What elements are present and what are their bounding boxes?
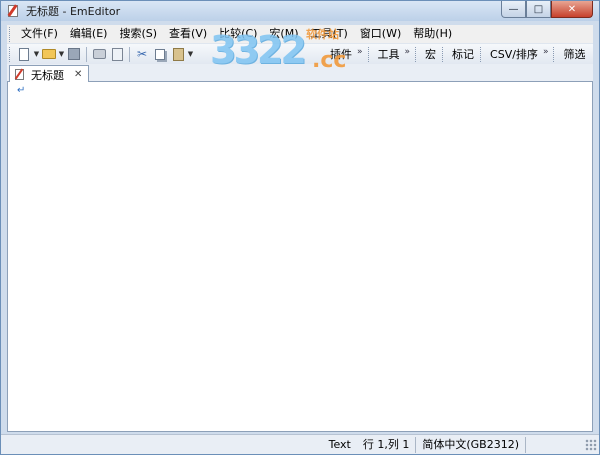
open-folder-icon bbox=[42, 49, 56, 59]
print-preview-button[interactable] bbox=[108, 45, 126, 63]
close-button[interactable]: ✕ bbox=[551, 1, 593, 18]
menu-view[interactable]: 查看(V) bbox=[163, 25, 213, 43]
new-document-icon bbox=[19, 47, 29, 61]
toolbar-grip[interactable] bbox=[415, 46, 418, 62]
save-icon bbox=[68, 48, 80, 60]
toolbar-grip[interactable] bbox=[442, 46, 445, 62]
status-empty-cell bbox=[525, 436, 585, 453]
open-file-button[interactable] bbox=[40, 45, 58, 63]
paste-button[interactable] bbox=[169, 45, 187, 63]
toolbar-separator bbox=[86, 46, 87, 62]
status-mode[interactable]: Text bbox=[323, 437, 357, 453]
print-preview-icon bbox=[111, 47, 123, 61]
tab-close-icon[interactable]: ✕ bbox=[74, 69, 82, 80]
tab-label: 无标题 bbox=[31, 68, 64, 82]
tab-untitled[interactable]: 无标题 ✕ bbox=[9, 65, 89, 83]
scissors-icon: ✂ bbox=[136, 47, 148, 61]
watermark-brand: 3322 bbox=[210, 28, 307, 72]
watermark-site-label: 软件站 bbox=[306, 28, 339, 41]
open-file-dropdown-icon[interactable]: ▼ bbox=[58, 50, 65, 58]
minimize-button[interactable]: — bbox=[501, 1, 526, 18]
new-file-button[interactable] bbox=[15, 45, 33, 63]
toolbar-separator bbox=[129, 46, 130, 62]
site-watermark: 3322 软件站 .cc bbox=[210, 26, 380, 82]
maximize-button[interactable]: □ bbox=[526, 1, 551, 18]
menu-grip[interactable] bbox=[9, 26, 12, 42]
tools-overflow-icon[interactable]: » bbox=[404, 47, 414, 61]
paste-icon bbox=[172, 47, 184, 61]
status-cursor-position[interactable]: 行 1,列 1 bbox=[357, 437, 416, 453]
print-button[interactable] bbox=[90, 45, 108, 63]
toolbar-filter[interactable]: 筛选 bbox=[559, 46, 589, 62]
resize-grip-icon[interactable] bbox=[585, 438, 597, 451]
toolbar-csv-sort[interactable]: CSV/排序 bbox=[486, 46, 542, 62]
menu-file[interactable]: 文件(F) bbox=[15, 25, 64, 43]
title-bar[interactable]: 无标题 - EmEditor — □ ✕ bbox=[1, 1, 599, 21]
copy-icon bbox=[155, 48, 165, 60]
menu-search[interactable]: 搜索(S) bbox=[113, 25, 163, 43]
text-editor[interactable]: ↵ bbox=[7, 82, 593, 432]
copy-button[interactable] bbox=[151, 45, 169, 63]
menu-edit[interactable]: 编辑(E) bbox=[64, 25, 114, 43]
cut-button[interactable]: ✂ bbox=[133, 45, 151, 63]
status-bar: Text 行 1,列 1 简体中文(GB2312) bbox=[1, 434, 599, 454]
print-icon bbox=[92, 49, 106, 59]
paste-dropdown-icon[interactable]: ▼ bbox=[187, 50, 194, 58]
end-of-line-marker: ↵ bbox=[17, 85, 26, 96]
toolbar-macro[interactable]: 宏 bbox=[421, 46, 440, 62]
toolbar-grip[interactable] bbox=[9, 46, 12, 62]
window-controls: — □ ✕ bbox=[501, 1, 593, 18]
menu-help[interactable]: 帮助(H) bbox=[407, 25, 458, 43]
app-icon[interactable] bbox=[6, 4, 20, 18]
window-title: 无标题 - EmEditor bbox=[26, 5, 121, 18]
toolbar-grip[interactable] bbox=[553, 46, 556, 62]
status-encoding[interactable]: 简体中文(GB2312) bbox=[415, 436, 525, 453]
new-file-dropdown-icon[interactable]: ▼ bbox=[33, 50, 40, 58]
csv-overflow-icon[interactable]: » bbox=[542, 47, 552, 61]
document-icon bbox=[14, 68, 26, 81]
save-button[interactable] bbox=[65, 45, 83, 63]
toolbar-marks[interactable]: 标记 bbox=[448, 46, 478, 62]
watermark-domain: .cc bbox=[312, 48, 347, 73]
toolbar-grip[interactable] bbox=[480, 46, 483, 62]
